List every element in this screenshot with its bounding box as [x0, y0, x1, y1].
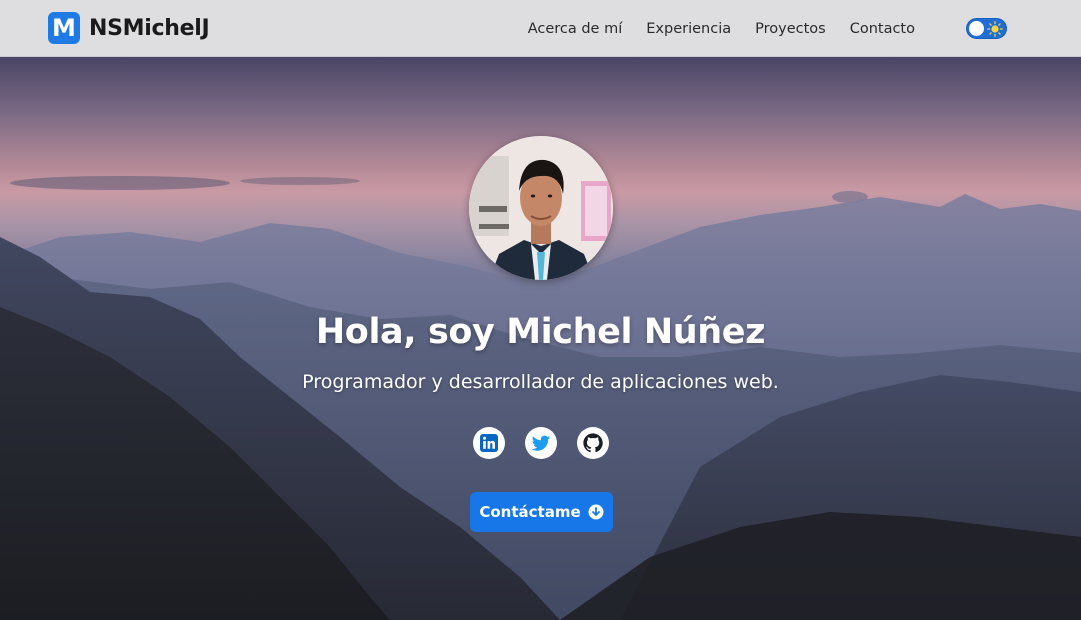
sun-icon: [987, 21, 1003, 37]
contact-button-label: Contáctame: [479, 503, 581, 521]
github-link[interactable]: [577, 427, 609, 459]
brand-logo-letter: M: [52, 14, 76, 42]
twitter-link[interactable]: [525, 427, 557, 459]
hero-subtitle: Programador y desarrollador de aplicacio…: [302, 371, 779, 393]
brand[interactable]: M NSMichelJ: [48, 12, 210, 44]
twitter-icon: [531, 435, 551, 451]
nav-link-experience[interactable]: Experiencia: [646, 21, 731, 37]
profile-avatar: [469, 136, 613, 280]
navbar: M NSMichelJ Acerca de mí Experiencia Pro…: [0, 0, 1081, 57]
github-icon: [583, 433, 603, 453]
brand-name: NSMichelJ: [89, 15, 210, 41]
social-links: [473, 427, 629, 459]
hero-title: Hola, soy Michel Núñez: [315, 312, 766, 352]
linkedin-link[interactable]: [473, 427, 505, 459]
nav-links: Acerca de mí Experiencia Proyectos Conta…: [504, 0, 915, 57]
arrow-down-circle-icon: [588, 504, 604, 520]
brand-logo-icon: M: [48, 12, 80, 44]
toggle-knob: [969, 21, 984, 36]
nav-link-contact[interactable]: Contacto: [850, 21, 915, 37]
contact-button[interactable]: Contáctame: [470, 492, 613, 532]
nav-link-projects[interactable]: Proyectos: [755, 21, 826, 37]
nav-link-about[interactable]: Acerca de mí: [528, 21, 623, 37]
linkedin-icon: [480, 434, 498, 452]
hero-section: Hola, soy Michel Núñez Programador y des…: [0, 57, 1081, 620]
theme-toggle[interactable]: [966, 18, 1007, 39]
